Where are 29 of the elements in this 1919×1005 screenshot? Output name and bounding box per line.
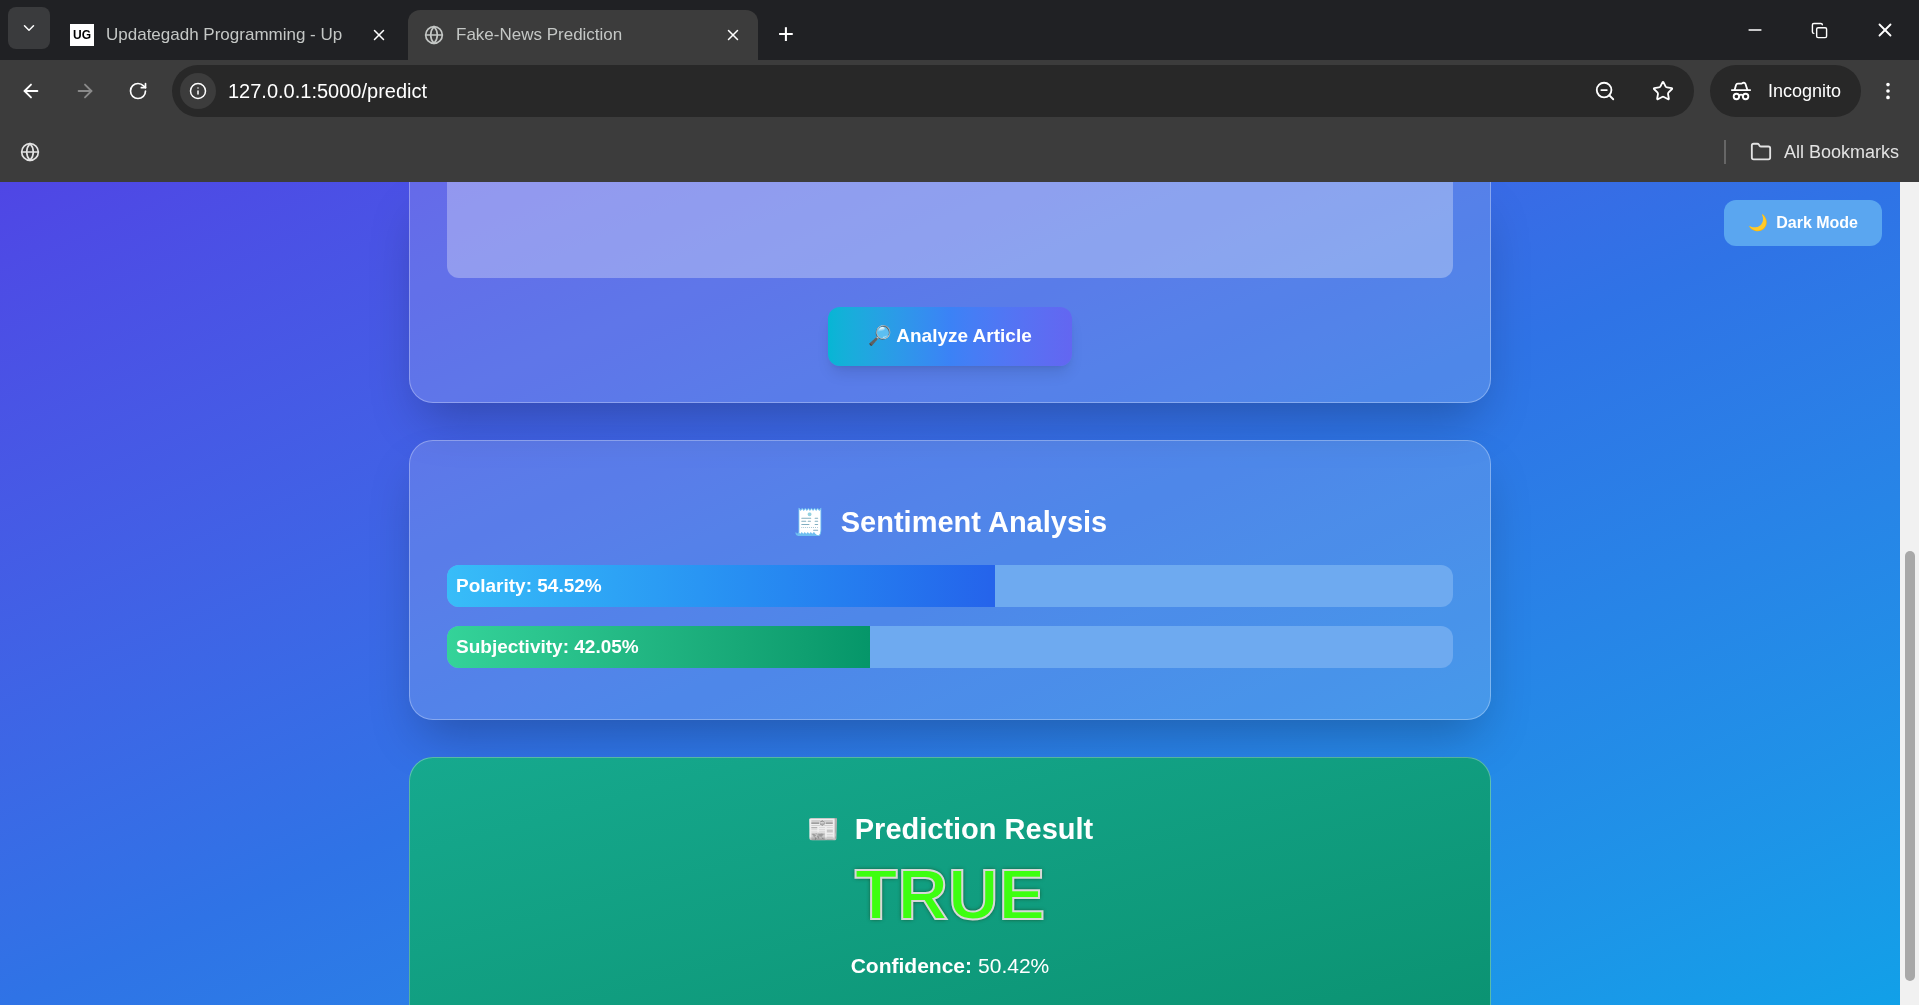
site-info-icon[interactable] [180,73,216,109]
tab-title: Updategadh Programming - Up [106,24,344,47]
receipt-icon: 🧾 [792,503,825,543]
prediction-verdict: TRUE [854,859,1046,930]
browser-tab[interactable]: Fake-News Prediction [408,10,758,60]
zoom-out-icon[interactable] [1593,80,1616,102]
bookmark-star-icon[interactable] [1651,80,1674,102]
confidence-value: 50.42% [978,952,1050,979]
confidence-label: Confidence: [850,952,973,979]
new-tab-button[interactable]: + [770,20,802,48]
reload-icon[interactable] [128,81,148,101]
analyze-article-button[interactable]: 🔎 Analyze Article [828,307,1072,366]
url-text: 127.0.0.1:5000/predict [228,79,429,104]
browser-tab[interactable]: UG Updategadh Programming - Up [54,10,404,60]
restore-icon[interactable] [1811,21,1828,39]
tab-title: Fake-News Prediction [456,24,624,47]
folder-icon[interactable] [1749,141,1772,163]
sentiment-title: Sentiment Analysis [840,505,1108,540]
sentiment-bar-label: Subjectivity: 42.05% [455,635,639,657]
incognito-badge[interactable]: Incognito [1709,65,1861,117]
scrollbar[interactable] [1900,182,1919,1005]
globe-icon[interactable] [20,142,40,162]
sentiment-bar-label: Polarity: 54.52% [455,574,602,596]
prediction-title: Prediction Result [854,812,1094,847]
site-logo: UG [70,24,94,46]
globe-icon [424,25,444,45]
newspaper-icon: 📰 [806,810,839,850]
address-bar[interactable]: 127.0.0.1:5000/predict [172,65,1694,117]
all-bookmarks-link[interactable]: All Bookmarks [1783,138,1899,166]
